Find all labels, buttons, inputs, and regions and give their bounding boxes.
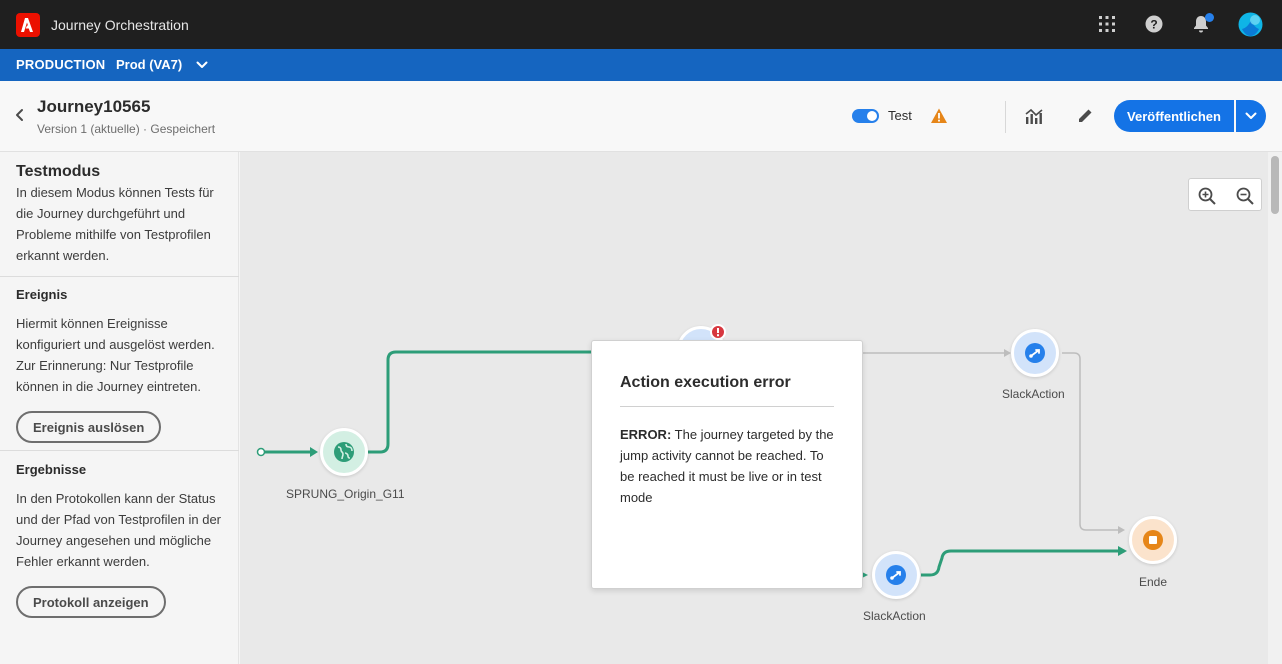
journey-start-dot [256,447,266,457]
sandbox-switcher[interactable]: Prod (VA7) [116,57,182,72]
publish-options-chevron-icon[interactable] [1236,100,1266,132]
edit-icon[interactable] [1076,107,1094,125]
top-bar: Journey Orchestration ? [0,0,1282,49]
action-gear-icon [886,565,906,585]
app-title: Journey Orchestration [51,17,189,33]
test-mode-label: Test [888,108,912,123]
arrow-head [310,447,318,457]
panel-divider [0,450,239,451]
environment-label: PRODUCTION [16,57,106,72]
node-label: Ende [1139,575,1168,589]
header-divider [1005,101,1006,133]
test-mode-panel: Testmodus In diesem Modus können Tests f… [0,152,239,664]
arrow-head [1118,546,1127,556]
globe-icon [334,442,354,462]
popover-message: ERROR: The journey targeted by the jump … [620,424,838,508]
chevron-down-icon[interactable] [195,58,209,72]
app-switcher-icon[interactable] [1096,13,1118,35]
results-heading: Ergebnisse [16,462,87,477]
panel-title: Testmodus [16,163,101,180]
error-badge-icon[interactable] [710,324,726,340]
event-text: Hiermit können Ereignisse konfiguriert u… [16,316,215,394]
journey-canvas[interactable]: SPRUNG_Origin_G11 SlackAction SlackActio… [240,152,1268,664]
end-node[interactable] [1129,516,1177,564]
journey-title: Journey10565 [37,97,151,116]
node-label: SlackAction [1002,387,1065,401]
connection-line [921,549,1120,577]
scrollbar-thumb[interactable] [1271,156,1279,214]
arrow-head [1118,526,1125,534]
popover-title: Action execution error [620,374,791,391]
slack-action-node[interactable] [1011,329,1059,377]
test-mode-toggle[interactable] [852,109,879,123]
event-heading: Ereignis [16,287,68,302]
results-text: In den Protokollen kann der Status und d… [16,491,222,569]
journey-version: Version 1 (aktuelle) · Gespeichert [37,122,216,136]
panel-intro-text: In diesem Modus können Tests für die Jou… [16,185,214,263]
trigger-event-button[interactable]: Ereignis auslösen [16,411,162,443]
publish-button[interactable]: Veröffentlichen [1114,100,1234,132]
event-section: Ereignis Hiermit können Ereignisse konfi… [0,287,239,397]
connection-line [368,350,592,454]
slack-action-node[interactable] [872,551,920,599]
canvas-scrollbar[interactable] [1268,152,1282,664]
help-icon[interactable]: ? [1143,13,1165,35]
node-label: SlackAction [863,609,926,623]
node-label: SPRUNG_Origin_G11 [286,487,405,501]
zoom-in-icon[interactable] [1197,186,1217,206]
user-avatar[interactable] [1238,12,1263,37]
journey-header: Journey10565 Version 1 (aktuelle) · Gesp… [0,81,1282,152]
results-section: Ergebnisse In den Protokollen kann der S… [0,462,239,572]
toggle-knob [867,111,877,121]
action-gear-icon [1025,343,1045,363]
zoom-out-icon[interactable] [1235,186,1255,206]
back-icon[interactable] [11,106,29,124]
error-popover: Action execution error ERROR: The journe… [591,340,863,589]
jump-origin-node[interactable] [320,428,368,476]
test-mode-intro: Testmodus In diesem Modus können Tests f… [0,163,239,266]
zoom-controls [1188,178,1262,211]
notifications-icon[interactable] [1190,13,1214,35]
adobe-logo-icon[interactable] [16,13,40,37]
connection-line [1062,352,1120,531]
arrow-head [1004,349,1011,357]
svg-text:?: ? [1150,18,1157,32]
panel-divider [0,276,239,277]
show-log-button[interactable]: Protokoll anzeigen [16,586,166,618]
error-prefix: ERROR: [620,427,672,442]
environment-bar: PRODUCTION Prod (VA7) [0,49,1282,81]
report-icon[interactable] [1024,107,1044,125]
warning-icon[interactable] [930,107,948,125]
popover-divider [620,406,834,407]
stop-icon [1143,530,1163,550]
